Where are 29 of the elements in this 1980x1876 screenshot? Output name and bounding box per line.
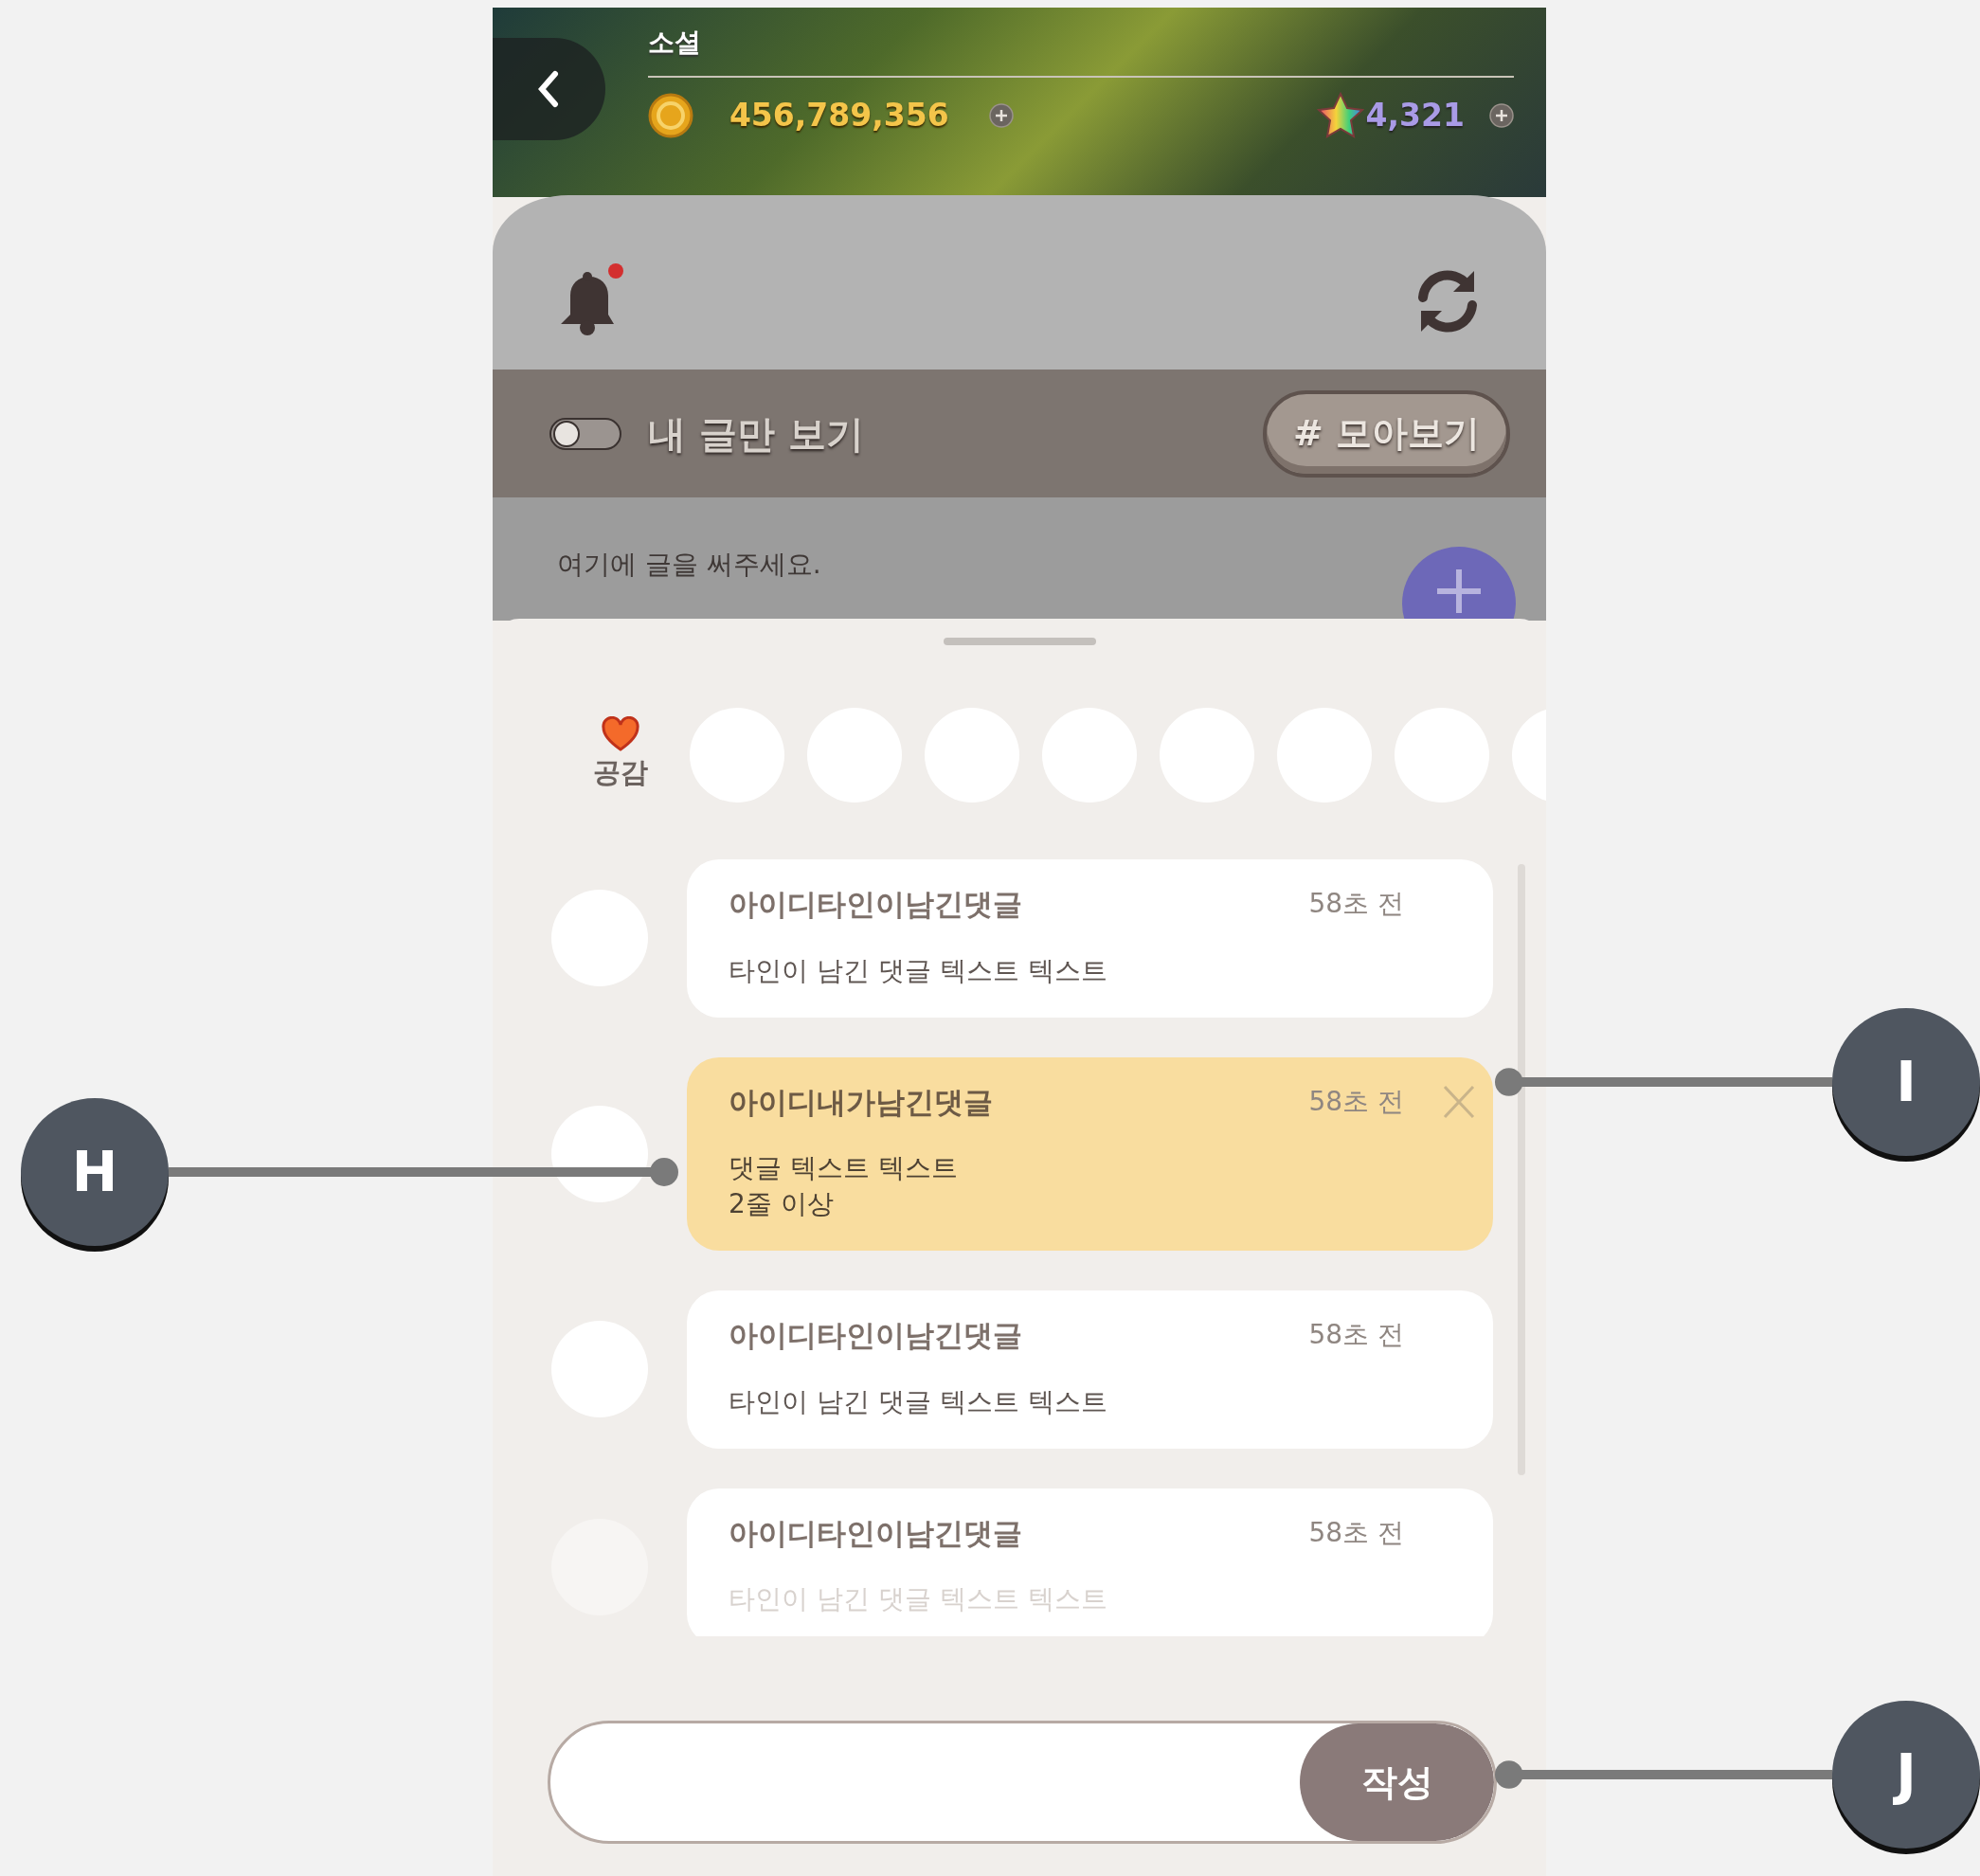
- comment-time: 58초 전: [1308, 1084, 1404, 1119]
- reaction-label: 공감: [593, 755, 648, 791]
- coin-icon: [647, 93, 693, 138]
- comment-author: 아이디내가남긴댓글: [729, 1083, 993, 1121]
- drag-handle[interactable]: [943, 638, 1096, 645]
- comment-text: 타인이 남긴 댓글 텍스트 텍스트: [729, 953, 1108, 988]
- submit-button[interactable]: 작성: [1300, 1723, 1494, 1841]
- collect-button[interactable]: # 모아보기: [1262, 389, 1510, 478]
- toggle-switch[interactable]: [549, 417, 621, 450]
- plus-icon: [1435, 568, 1483, 615]
- add-gems-button[interactable]: [1489, 103, 1514, 128]
- star-icon: [1314, 91, 1366, 140]
- comment-time: 58초 전: [1308, 1515, 1404, 1550]
- post-input-field[interactable]: 여기에 글을 써주세요.: [557, 545, 936, 585]
- gem-balance: 4,321: [1365, 96, 1465, 136]
- comment-text: 타인이 남긴 댓글 텍스트 텍스트: [729, 1384, 1108, 1419]
- comment-time: 58초 전: [1308, 887, 1404, 922]
- heart-icon: [601, 716, 640, 753]
- comment-author: 아이디타인이남긴댓글: [729, 1317, 1022, 1354]
- screen-title: 소셜: [647, 26, 701, 60]
- comment-text: 댓글 텍스트 텍스트 2줄 이상: [729, 1151, 959, 1221]
- close-icon[interactable]: [1442, 1083, 1476, 1120]
- back-button[interactable]: [493, 38, 605, 140]
- add-coins-button[interactable]: [988, 103, 1014, 128]
- comment-author: 아이디타인이남긴댓글: [729, 1514, 1022, 1552]
- comment-author: 아이디타인이남긴댓글: [729, 886, 1022, 923]
- coin-balance: 456,789,356: [729, 96, 949, 136]
- comment-time: 58초 전: [1308, 1318, 1404, 1353]
- toggle-label: 내 글만 보기: [648, 410, 864, 458]
